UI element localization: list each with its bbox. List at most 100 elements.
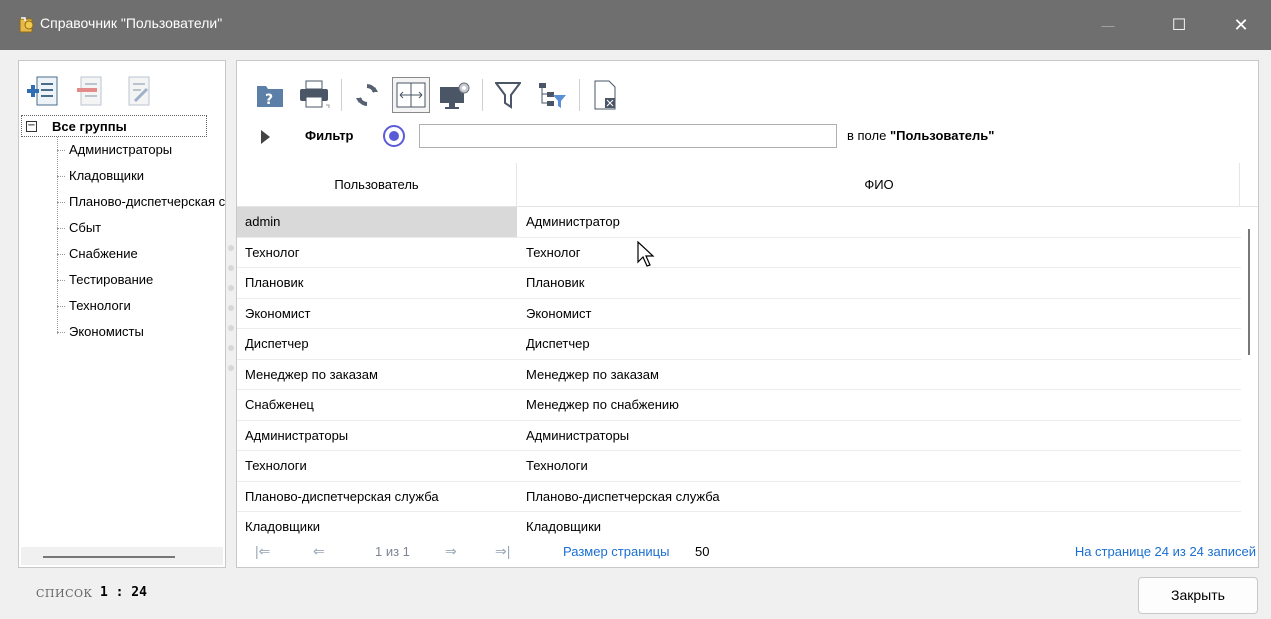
tree-filter-icon[interactable]: [533, 77, 571, 113]
fio-cell[interactable]: Плановик: [518, 268, 1238, 298]
user-cell[interactable]: Экономист: [237, 299, 517, 329]
toolbar-separator: [482, 79, 483, 111]
filter-input[interactable]: [419, 124, 837, 148]
user-cell[interactable]: Снабженец: [237, 390, 517, 420]
page-indicator: 1 из 1: [375, 544, 410, 559]
tree-item[interactable]: Тестирование: [19, 267, 225, 293]
table-row[interactable]: Снабженец Менеджер по снабжению: [237, 390, 1241, 421]
fio-cell[interactable]: Технологи: [518, 451, 1238, 481]
minimize-button[interactable]: —: [1085, 0, 1131, 50]
user-cell[interactable]: Планово-диспетчерская служба: [237, 482, 517, 512]
fio-cell[interactable]: Менеджер по заказам: [518, 360, 1238, 390]
fio-cell[interactable]: Диспетчер: [518, 329, 1238, 359]
tree-item[interactable]: Сбыт: [19, 215, 225, 241]
close-window-button[interactable]: ✕: [1218, 0, 1264, 50]
prev-page-icon[interactable]: ⇐: [313, 543, 325, 560]
splitter-grip[interactable]: [228, 265, 234, 271]
user-cell[interactable]: Менеджер по заказам: [237, 360, 517, 390]
filter-icon[interactable]: [489, 77, 527, 113]
users-panel: ? Фильтр в поле "Пользователь" Пользоват…: [236, 60, 1259, 568]
user-cell[interactable]: Кладовщики: [237, 512, 517, 537]
window-title: Справочник "Пользователи": [40, 15, 223, 31]
first-page-icon[interactable]: |⇐: [255, 543, 270, 560]
user-cell[interactable]: Плановик: [237, 268, 517, 298]
groups-toolbar: [25, 69, 157, 113]
tree-item[interactable]: Планово-диспетчерская служба: [19, 189, 225, 215]
refresh-icon[interactable]: [348, 77, 386, 113]
app-icon: [19, 17, 34, 33]
users-grid: admin Администратор Технолог Технолог Пл…: [237, 207, 1241, 537]
filter-label: Фильтр: [305, 128, 354, 143]
title-bar: Справочник "Пользователи" — ☐ ✕: [0, 0, 1271, 50]
user-cell[interactable]: admin: [237, 207, 517, 237]
filter-mode-radio[interactable]: [383, 125, 405, 147]
fio-cell[interactable]: Экономист: [518, 299, 1238, 329]
user-cell[interactable]: Администраторы: [237, 421, 517, 451]
table-row[interactable]: Технолог Технолог: [237, 238, 1241, 268]
tree-item[interactable]: Технологи: [19, 293, 225, 319]
filter-field-label: в поле "Пользователь": [847, 128, 994, 143]
tree-item[interactable]: Кладовщики: [19, 163, 225, 189]
toolbar-separator: [341, 79, 342, 111]
column-header-user[interactable]: Пользователь: [237, 163, 517, 207]
groups-horizontal-scrollbar[interactable]: [21, 547, 223, 565]
table-row[interactable]: Менеджер по заказам Менеджер по заказам: [237, 360, 1241, 390]
display-settings-icon[interactable]: [436, 77, 474, 113]
fio-cell[interactable]: Менеджер по снабжению: [518, 390, 1238, 420]
fio-cell[interactable]: Планово-диспетчерская служба: [518, 482, 1238, 512]
tree-root-all-groups[interactable]: − Все группы: [21, 115, 207, 137]
filter-row: Фильтр в поле "Пользователь": [251, 123, 1251, 149]
edit-group-icon[interactable]: [121, 69, 157, 113]
splitter-grip[interactable]: [228, 365, 234, 371]
splitter-grip[interactable]: [228, 325, 234, 331]
fit-columns-icon[interactable]: [392, 77, 430, 113]
fio-cell[interactable]: Администратор: [518, 207, 1238, 237]
print-icon[interactable]: [295, 77, 333, 113]
mouse-cursor-icon: [637, 240, 655, 267]
export-icon[interactable]: [586, 77, 624, 113]
table-row[interactable]: Плановик Плановик: [237, 268, 1241, 299]
user-cell[interactable]: Технологи: [237, 451, 517, 481]
svg-text:?: ?: [265, 92, 273, 108]
fio-cell[interactable]: Кладовщики: [518, 512, 1238, 537]
page-size-label[interactable]: Размер страницы: [563, 544, 669, 559]
user-cell[interactable]: Диспетчер: [237, 329, 517, 359]
splitter-grip[interactable]: [228, 285, 234, 291]
table-row[interactable]: Диспетчер Диспетчер: [237, 329, 1241, 360]
scrollbar-thumb[interactable]: [1248, 229, 1250, 355]
table-row[interactable]: Технологи Технологи: [237, 451, 1241, 482]
collapse-icon[interactable]: −: [26, 121, 37, 132]
tree-item[interactable]: Администраторы: [19, 137, 225, 163]
user-cell[interactable]: Технолог: [237, 238, 517, 268]
tree-item[interactable]: Снабжение: [19, 241, 225, 267]
fio-cell[interactable]: Технолог: [518, 238, 1238, 268]
splitter-grip[interactable]: [228, 245, 234, 251]
table-row[interactable]: Кладовщики Кладовщики: [237, 512, 1241, 537]
tree-item[interactable]: Экономисты: [19, 319, 225, 345]
maximize-button[interactable]: ☐: [1156, 0, 1202, 50]
toolbar-separator: [579, 79, 580, 111]
last-page-icon[interactable]: ⇒|: [495, 543, 510, 560]
filter-field-name: "Пользователь": [889, 128, 995, 143]
help-icon[interactable]: ?: [251, 77, 289, 113]
column-header-fio[interactable]: ФИО: [518, 163, 1240, 207]
table-row[interactable]: Экономист Экономист: [237, 299, 1241, 329]
close-button[interactable]: Закрыть: [1138, 577, 1258, 614]
pager: |⇐ ⇐ 1 из 1 ⇒ ⇒| Размер страницы 50 На с…: [237, 537, 1258, 567]
table-row[interactable]: Планово-диспетчерская служба Планово-дис…: [237, 482, 1241, 512]
table-row[interactable]: Администраторы Администраторы: [237, 421, 1241, 451]
splitter-grip[interactable]: [228, 345, 234, 351]
remove-group-icon[interactable]: [73, 69, 109, 113]
grid-vertical-scrollbar[interactable]: [1241, 207, 1258, 537]
grid-toolbar: ?: [251, 75, 630, 115]
add-group-icon[interactable]: [25, 69, 61, 113]
expand-filter-icon[interactable]: [261, 130, 270, 144]
scrollbar-thumb[interactable]: [43, 556, 175, 558]
next-page-icon[interactable]: ⇒: [445, 543, 457, 560]
groups-panel: − Все группы Администраторы Кладовщики П…: [18, 60, 226, 568]
records-info: На странице 24 из 24 записей: [1074, 544, 1256, 559]
splitter-grip[interactable]: [228, 305, 234, 311]
table-row[interactable]: admin Администратор: [237, 207, 1241, 238]
page-size-value[interactable]: 50: [695, 544, 709, 559]
fio-cell[interactable]: Администраторы: [518, 421, 1238, 451]
